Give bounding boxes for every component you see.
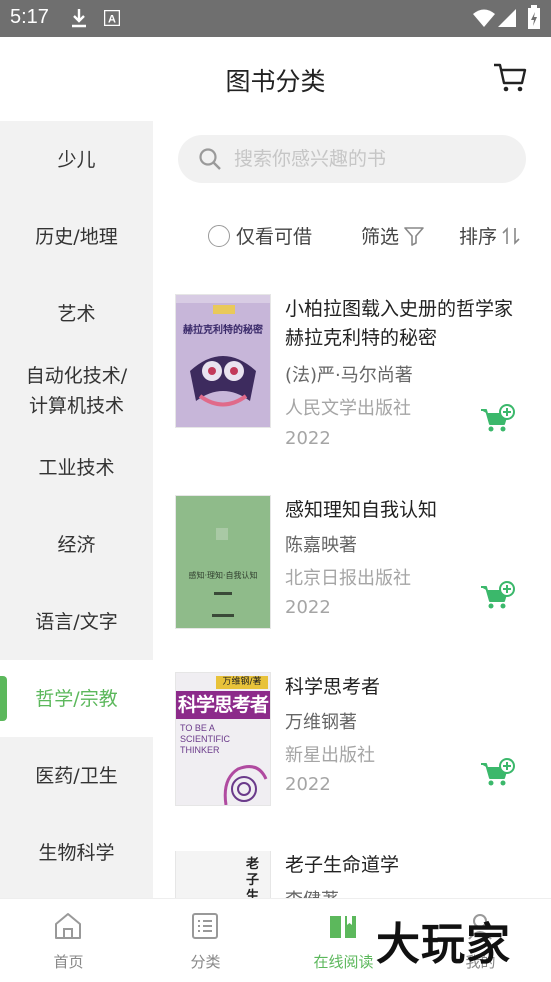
book-item[interactable]: 感知·理知·自我认知 感知理知自我认知 陈嘉映著 北京日报出版社 2022 <box>153 496 551 674</box>
book-title[interactable]: 科学思考者 <box>285 673 517 702</box>
book-year: 2022 <box>285 597 331 618</box>
active-indicator <box>0 676 7 721</box>
cover-author: 万维钢/著 <box>216 676 268 689</box>
book-author: 万维钢著 <box>285 712 357 733</box>
download-icon <box>72 9 86 28</box>
filter-button[interactable]: 筛选 <box>361 222 425 249</box>
filter-funnel-icon <box>404 226 424 246</box>
cover-subtitle: TO BE A SCIENTIFIC THINKER <box>180 723 231 755</box>
book-author: 陈嘉映著 <box>285 535 357 556</box>
search-input[interactable] <box>234 135 514 183</box>
cover-head-illustration <box>223 765 268 805</box>
book-item[interactable]: 赫拉克利特的秘密 小柏拉图载入史册的哲学家赫拉克利特的秘密 (法)严·马尔尚著 … <box>153 295 551 473</box>
wifi-icon <box>473 9 495 27</box>
sidebar-item-art[interactable]: 艺术 <box>0 275 153 352</box>
cover-title: 赫拉克利特的秘密 <box>183 325 263 336</box>
book-year: 2022 <box>285 774 331 795</box>
signal-icon <box>498 9 516 27</box>
book-year: 2022 <box>285 428 331 449</box>
nav-home-label: 首页 <box>53 953 84 971</box>
cart-icon[interactable] <box>493 63 527 93</box>
book-cover[interactable]: 老子生 <box>176 851 270 898</box>
nav-category-label: 分类 <box>190 953 221 971</box>
keyboard-a-icon: A <box>104 10 120 26</box>
header: 图书分类 <box>0 37 551 121</box>
page-title: 图书分类 <box>225 67 326 96</box>
sidebar-item-philosophy-religion[interactable]: 哲学/宗教 <box>0 660 153 737</box>
book-author: 李健著 <box>285 886 339 898</box>
book-publisher: 人民文学出版社 <box>285 398 411 419</box>
status-time: 5:17 <box>10 6 49 28</box>
book-title[interactable]: 老子生命道学 <box>285 851 517 880</box>
search-box[interactable] <box>178 135 526 183</box>
cover-title: 感知·理知·自我认知 <box>188 571 258 580</box>
available-only-toggle[interactable]: 仅看可借 <box>208 222 312 249</box>
battery-icon <box>528 5 540 29</box>
cover-title: 科学思考者 <box>176 691 270 719</box>
sort-label: 排序 <box>459 226 498 248</box>
sort-button[interactable]: 排序 <box>459 222 523 249</box>
add-to-cart-icon[interactable] <box>480 404 516 434</box>
book-publisher: 新星出版社 <box>285 745 375 766</box>
book-publisher: 北京日报出版社 <box>285 568 411 589</box>
watermark-logo: 大玩家 <box>376 919 511 970</box>
book-item[interactable]: 万维钢/著 科学思考者 TO BE A SCIENTIFIC THINKER 科… <box>153 673 551 851</box>
radio-icon[interactable] <box>208 224 230 247</box>
home-icon <box>55 913 81 939</box>
cover-title: 老子生 <box>246 857 260 898</box>
sidebar-item-medicine[interactable]: 医药/卫生 <box>0 737 153 814</box>
sidebar-item-children[interactable]: 少儿 <box>0 121 153 198</box>
sort-arrows-icon <box>502 226 520 245</box>
add-to-cart-icon[interactable] <box>480 758 516 788</box>
nav-home[interactable]: 首页 <box>0 899 137 982</box>
book-item[interactable]: 老子生 老子生命道学 李健著 <box>153 851 551 898</box>
book-cover[interactable]: 赫拉克利特的秘密 <box>176 295 270 427</box>
sidebar-item-history-geography[interactable]: 历史/地理 <box>0 198 153 275</box>
list-icon <box>192 913 218 939</box>
sidebar-item-biology[interactable]: 生物科学 <box>0 814 153 891</box>
sidebar-item-economics[interactable]: 经济 <box>0 506 153 583</box>
sidebar-item-language[interactable]: 语言/文字 <box>0 583 153 660</box>
nav-category[interactable]: 分类 <box>137 899 274 982</box>
sidebar-item-industrial-tech[interactable]: 工业技术 <box>0 429 153 506</box>
book-author: (法)严·马尔尚著 <box>285 365 413 386</box>
status-bar: 5:17 A <box>0 0 551 37</box>
filter-row: 仅看可借 筛选 排序 <box>153 215 551 255</box>
search-icon <box>199 148 221 170</box>
book-cover[interactable]: 万维钢/著 科学思考者 TO BE A SCIENTIFIC THINKER <box>176 673 270 805</box>
category-sidebar: 少儿 历史/地理 艺术 自动化技术/ 计算机技术 工业技术 经济 语言/文字 哲… <box>0 121 153 898</box>
book-cover[interactable]: 感知·理知·自我认知 <box>176 496 270 628</box>
book-title[interactable]: 感知理知自我认知 <box>285 496 517 525</box>
book-title[interactable]: 小柏拉图载入史册的哲学家赫拉克利特的秘密 <box>285 295 517 353</box>
filter-label: 筛选 <box>361 226 400 248</box>
svg-text:A: A <box>108 14 116 26</box>
available-only-label: 仅看可借 <box>236 226 313 248</box>
book-open-icon <box>330 916 356 938</box>
cover-owl-illustration <box>190 356 256 407</box>
add-to-cart-icon[interactable] <box>480 581 516 611</box>
sidebar-item-automation-computing[interactable]: 自动化技术/ 计算机技术 <box>0 352 153 429</box>
